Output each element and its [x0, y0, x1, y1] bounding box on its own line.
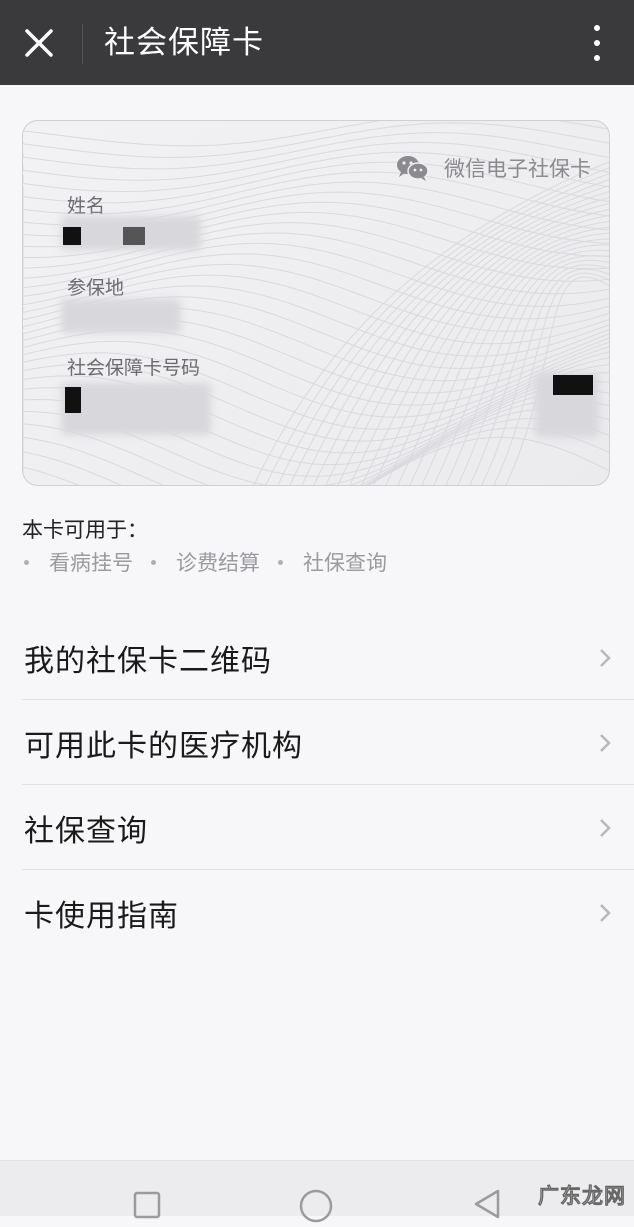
guilloche-line — [23, 427, 609, 485]
page-title: 社会保障卡 — [104, 25, 264, 61]
header-bar: 社会保障卡 — [0, 0, 634, 85]
usage-item: 看病挂号 — [22, 547, 133, 577]
chevron-right-icon — [600, 818, 611, 837]
system-nav-bar: 广东龙网 — [0, 1160, 634, 1223]
menu-list: 我的社保卡二维码 可用此卡的医疗机构 社保查询 卡使用指南 — [0, 615, 634, 955]
bullet — [24, 559, 29, 565]
usage-item: 诊费结算 — [149, 547, 260, 577]
redaction-mark — [553, 375, 593, 395]
recent-apps-button[interactable] — [133, 1191, 161, 1223]
wechat-icon — [397, 156, 429, 181]
menu-item-label: 我的社保卡二维码 — [24, 643, 272, 679]
chevron-right-icon — [600, 903, 611, 922]
menu-item-qr-code[interactable]: 我的社保卡二维码 — [0, 615, 634, 700]
usage-item-label: 社保查询 — [303, 551, 387, 575]
redaction-mark — [123, 227, 145, 245]
menu-item-medical-institutions[interactable]: 可用此卡的医疗机构 — [0, 700, 634, 785]
more-dot — [594, 55, 600, 61]
header-divider — [82, 24, 83, 64]
chevron-right-icon — [600, 733, 611, 752]
card-brand-label: 微信电子社保卡 — [444, 157, 591, 181]
place-label: 参保地 — [67, 277, 125, 299]
home-button[interactable] — [299, 1189, 333, 1227]
watermark: 广东龙网 — [538, 1183, 626, 1209]
card-brand: 微信电子社保卡 — [396, 153, 591, 183]
more-vertical-icon — [594, 25, 600, 31]
more-dot — [594, 40, 600, 46]
bullet — [278, 559, 283, 565]
place-value-redacted — [61, 299, 181, 333]
back-button[interactable] — [472, 1189, 502, 1223]
card-number-label: 社会保障卡号码 — [67, 357, 201, 379]
usage-item-label: 诊费结算 — [176, 551, 260, 575]
menu-item-card-guide[interactable]: 卡使用指南 — [0, 870, 634, 955]
menu-item-label: 可用此卡的医疗机构 — [24, 728, 303, 764]
usage-item-label: 看病挂号 — [49, 551, 133, 575]
card-number-redacted — [61, 383, 211, 435]
usage-title: 本卡可用于： — [22, 518, 148, 542]
menu-item-label: 卡使用指南 — [24, 898, 179, 934]
close-icon — [25, 29, 53, 57]
menu-item-label: 社保查询 — [24, 813, 148, 849]
menu-item-social-security-query[interactable]: 社保查询 — [0, 785, 634, 870]
redaction-mark — [65, 387, 81, 413]
home-icon — [299, 1189, 333, 1223]
redaction-mark — [63, 227, 81, 245]
bullet — [151, 559, 156, 565]
name-label: 姓名 — [67, 195, 106, 217]
close-button[interactable] — [14, 18, 64, 68]
chevron-right-icon — [600, 648, 611, 667]
usage-item: 社保查询 — [276, 547, 387, 577]
more-options-button[interactable] — [582, 20, 612, 66]
usage-list: 看病挂号 诊费结算 社保查询 — [22, 547, 403, 577]
social-security-card[interactable]: 微信电子社保卡 姓名 参保地 社会保障卡号码 — [22, 120, 610, 486]
guilloche-line — [23, 121, 609, 147]
